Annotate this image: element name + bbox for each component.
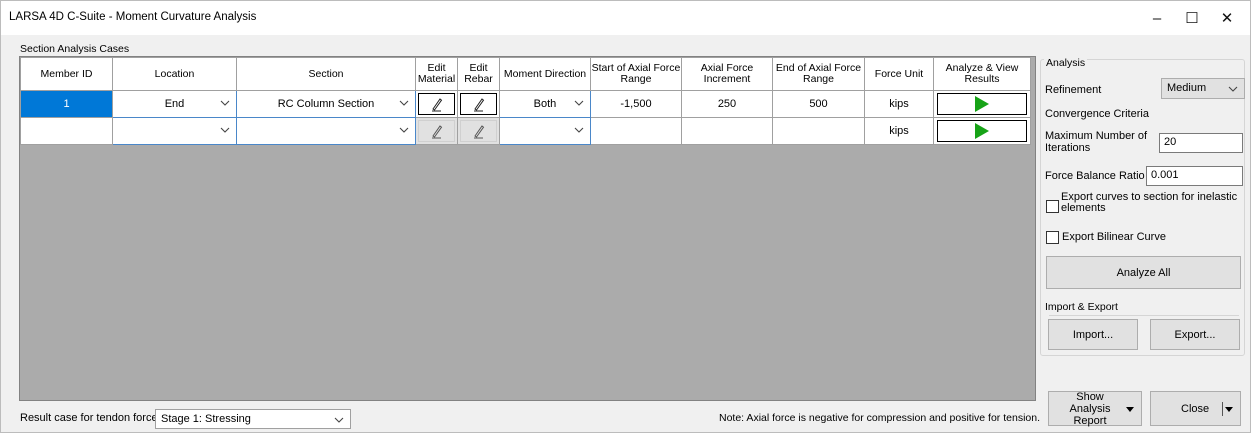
chevron-down-icon [1228, 86, 1238, 92]
play-icon [975, 96, 989, 112]
col-edit-material[interactable]: Edit Material [415, 57, 458, 91]
moment-direction-select[interactable] [499, 117, 591, 145]
start-axial-cell[interactable]: -1,500 [590, 90, 682, 118]
member-id-cell[interactable] [20, 117, 113, 145]
col-moment-direction[interactable]: Moment Direction [499, 57, 591, 91]
split-divider [1222, 402, 1223, 416]
show-analysis-report-button[interactable]: Show Analysis Report [1048, 390, 1142, 427]
grid-table: Member ID Location Section Edit Material… [20, 57, 1031, 145]
pencil-icon [431, 124, 442, 138]
export-curves-label: Export curves to section for inelastic e… [1061, 191, 1238, 214]
analyze-all-button[interactable]: Analyze All [1046, 256, 1241, 289]
close-button[interactable]: Close [1150, 391, 1241, 426]
moment-curvature-window: LARSA 4D C-Suite - Moment Curvature Anal… [0, 0, 1251, 433]
result-case-value: Stage 1: Stressing [161, 413, 251, 425]
analyze-view-button[interactable] [933, 117, 1031, 145]
chevron-down-icon [334, 417, 344, 423]
export-bilinear-checkbox[interactable] [1046, 231, 1059, 244]
import-export-divider [1049, 315, 1239, 316]
chevron-down-icon [574, 100, 584, 106]
result-case-label: Result case for tendon forces [20, 412, 164, 424]
moment-direction-select[interactable]: Both [499, 90, 591, 118]
col-force-unit[interactable]: Force Unit [864, 57, 934, 91]
edit-rebar-button[interactable] [457, 90, 500, 118]
analyze-view-button[interactable] [933, 90, 1031, 118]
table-row: kips [20, 117, 1031, 145]
col-section[interactable]: Section [236, 57, 416, 91]
force-balance-input[interactable]: 0.001 [1146, 166, 1243, 186]
grid-header-row: Member ID Location Section Edit Material… [20, 57, 1031, 91]
analyze-frame [937, 93, 1027, 115]
refinement-value: Medium [1167, 82, 1207, 94]
analysis-group-title: Analysis [1044, 57, 1088, 69]
col-axial-increment[interactable]: Axial Force Increment [681, 57, 773, 91]
max-iterations-label: Maximum Number of Iterations [1045, 130, 1148, 154]
end-axial-cell[interactable]: 500 [772, 90, 865, 118]
window-title: LARSA 4D C-Suite - Moment Curvature Anal… [9, 11, 257, 23]
section-select[interactable] [236, 117, 416, 145]
dropdown-arrow-icon [1225, 407, 1233, 412]
pencil-icon [473, 97, 484, 111]
dropdown-arrow-icon [1126, 407, 1134, 412]
edit-material-button[interactable] [415, 117, 458, 145]
force-unit-cell: kips [864, 90, 934, 118]
end-axial-cell[interactable] [772, 117, 865, 145]
location-select[interactable] [112, 117, 237, 145]
member-id-cell[interactable]: 1 [20, 90, 113, 118]
axial-force-note: Note: Axial force is negative for compre… [719, 412, 1040, 424]
export-curves-checkbox[interactable] [1046, 200, 1059, 213]
col-member-id[interactable]: Member ID [20, 57, 113, 91]
edit-rebar-button[interactable] [457, 117, 500, 145]
refinement-label: Refinement [1045, 84, 1102, 96]
chevron-down-icon [399, 127, 409, 133]
axial-increment-cell[interactable]: 250 [681, 90, 773, 118]
section-value: RC Column Section [277, 98, 375, 110]
convergence-criteria-label: Convergence Criteria [1045, 108, 1149, 120]
location-select[interactable]: End [112, 90, 237, 118]
chevron-down-icon [399, 100, 409, 106]
edit-material-button[interactable] [415, 90, 458, 118]
col-analyze-view[interactable]: Analyze & View Results [933, 57, 1031, 91]
chevron-down-icon [220, 127, 230, 133]
import-export-title: Import & Export [1045, 301, 1121, 313]
play-icon [975, 123, 989, 139]
col-edit-rebar[interactable]: Edit Rebar [457, 57, 500, 91]
location-value: End [164, 98, 185, 110]
max-iterations-input[interactable]: 20 [1159, 133, 1243, 153]
refinement-select[interactable]: Medium [1161, 78, 1245, 99]
chevron-down-icon [574, 127, 584, 133]
export-button[interactable]: Export... [1150, 319, 1240, 350]
col-end-axial[interactable]: End of Axial Force Range [772, 57, 865, 91]
close-window-button[interactable]: ✕ [1204, 1, 1250, 35]
section-analysis-cases-label: Section Analysis Cases [20, 43, 130, 55]
pencil-icon [473, 124, 484, 138]
col-location[interactable]: Location [112, 57, 237, 91]
import-button[interactable]: Import... [1048, 319, 1138, 350]
close-button-label: Close [1181, 402, 1210, 415]
show-analysis-report-label: Show Analysis Report [1069, 390, 1111, 427]
section-select[interactable]: RC Column Section [236, 90, 416, 118]
force-unit-cell: kips [864, 117, 934, 145]
pencil-icon [431, 97, 442, 111]
result-case-select[interactable]: Stage 1: Stressing [155, 409, 351, 429]
col-start-axial[interactable]: Start of Axial Force Range [590, 57, 682, 91]
title-bar: LARSA 4D C-Suite - Moment Curvature Anal… [1, 1, 1250, 35]
analyze-frame [937, 120, 1027, 142]
section-analysis-grid: Member ID Location Section Edit Material… [19, 56, 1036, 401]
start-axial-cell[interactable] [590, 117, 682, 145]
axial-increment-cell[interactable] [681, 117, 773, 145]
export-bilinear-label: Export Bilinear Curve [1062, 231, 1166, 243]
table-row: 1 End RC Column Section Both -1,500 250 … [20, 90, 1031, 118]
chevron-down-icon [220, 100, 230, 106]
force-balance-label: Force Balance Ratio [1045, 170, 1145, 182]
